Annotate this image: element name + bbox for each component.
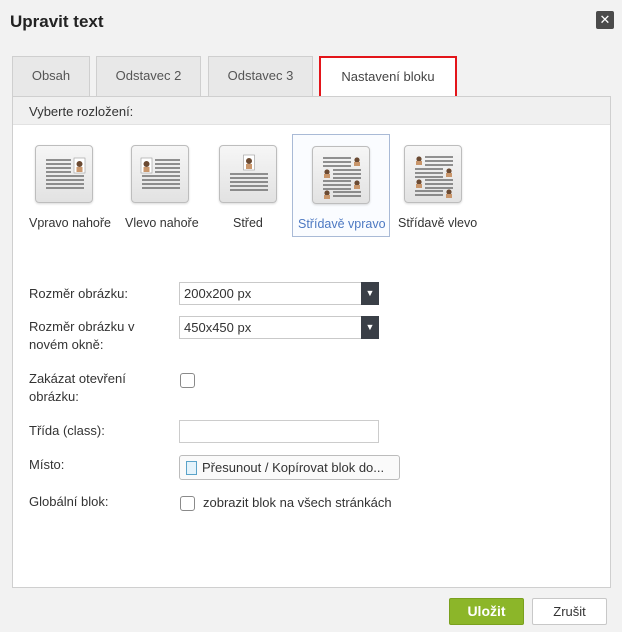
global-block-label: Globální blok: bbox=[29, 494, 109, 509]
layout-option-alternate-left[interactable]: Střídavě vlevo bbox=[395, 135, 485, 235]
chevron-down-icon: ▼ bbox=[361, 282, 379, 305]
tab-odstavec-2[interactable]: Odstavec 2 bbox=[96, 56, 201, 96]
global-block-option-label: zobrazit blok na všech stránkách bbox=[203, 495, 392, 510]
dialog-title: Upravit text bbox=[10, 12, 104, 31]
layout-image-top-right-icon bbox=[35, 145, 93, 203]
image-size-new-window-select[interactable]: 450x450 px ▼ bbox=[179, 316, 379, 339]
layout-option-label: Vpravo nahoře bbox=[29, 216, 112, 230]
dialog-titlebar: Upravit text ✕ bbox=[0, 0, 622, 44]
layout-option-label: Střed bbox=[233, 216, 263, 230]
layout-image-top-left-icon bbox=[131, 145, 189, 203]
place-label: Místo: bbox=[29, 457, 65, 472]
move-copy-block-button[interactable]: Přesunout / Kopírovat blok do... bbox=[179, 455, 400, 480]
image-size-label: Rozměr obrázku: bbox=[29, 286, 128, 301]
global-block-checkbox[interactable] bbox=[180, 496, 195, 511]
document-icon bbox=[186, 461, 197, 475]
tab-nastaveni-bloku[interactable]: Nastavení bloku bbox=[319, 56, 457, 98]
layout-header: Vyberte rozložení: bbox=[13, 97, 610, 125]
settings-panel: Vyberte rozložení: Vpravo nahoře Vlevo n… bbox=[12, 96, 611, 588]
layout-option-center[interactable]: Střed bbox=[209, 135, 289, 235]
cancel-button[interactable]: Zrušit bbox=[532, 598, 607, 625]
layout-image-center-icon bbox=[219, 145, 277, 203]
css-class-input[interactable] bbox=[179, 420, 379, 443]
tab-odstavec-3[interactable]: Odstavec 3 bbox=[208, 56, 313, 96]
layout-option-top-left[interactable]: Vlevo nahoře bbox=[121, 135, 211, 235]
chevron-down-icon: ▼ bbox=[361, 316, 379, 339]
image-size-select[interactable]: 200x200 px ▼ bbox=[179, 282, 379, 305]
layout-alternate-right-icon bbox=[312, 146, 370, 204]
image-size-new-window-label-2: novém okně: bbox=[29, 337, 104, 352]
css-class-label: Třída (class): bbox=[29, 423, 105, 438]
layout-option-alternate-right[interactable]: Střídavě vpravo bbox=[292, 134, 390, 237]
tab-obsah[interactable]: Obsah bbox=[12, 56, 90, 96]
disable-open-label-1: Zakázat otevření bbox=[29, 371, 126, 386]
disable-open-label-2: obrázku: bbox=[29, 389, 79, 404]
close-icon[interactable]: ✕ bbox=[596, 11, 614, 29]
layout-option-label: Vlevo nahoře bbox=[125, 216, 199, 230]
layout-prompt: Vyberte rozložení: bbox=[29, 104, 134, 119]
move-copy-block-label: Přesunout / Kopírovat blok do... bbox=[202, 460, 385, 475]
layout-option-label: Střídavě vpravo bbox=[298, 217, 386, 231]
disable-open-checkbox[interactable] bbox=[180, 373, 195, 388]
save-button[interactable]: Uložit bbox=[449, 598, 524, 625]
image-size-new-window-label-1: Rozměr obrázku v bbox=[29, 319, 135, 334]
image-size-new-window-value: 450x450 px bbox=[184, 320, 252, 335]
image-size-value: 200x200 px bbox=[184, 286, 252, 301]
layout-option-top-right[interactable]: Vpravo nahoře bbox=[21, 135, 119, 235]
layout-alternate-left-icon bbox=[404, 145, 462, 203]
layout-option-label: Střídavě vlevo bbox=[398, 216, 478, 230]
